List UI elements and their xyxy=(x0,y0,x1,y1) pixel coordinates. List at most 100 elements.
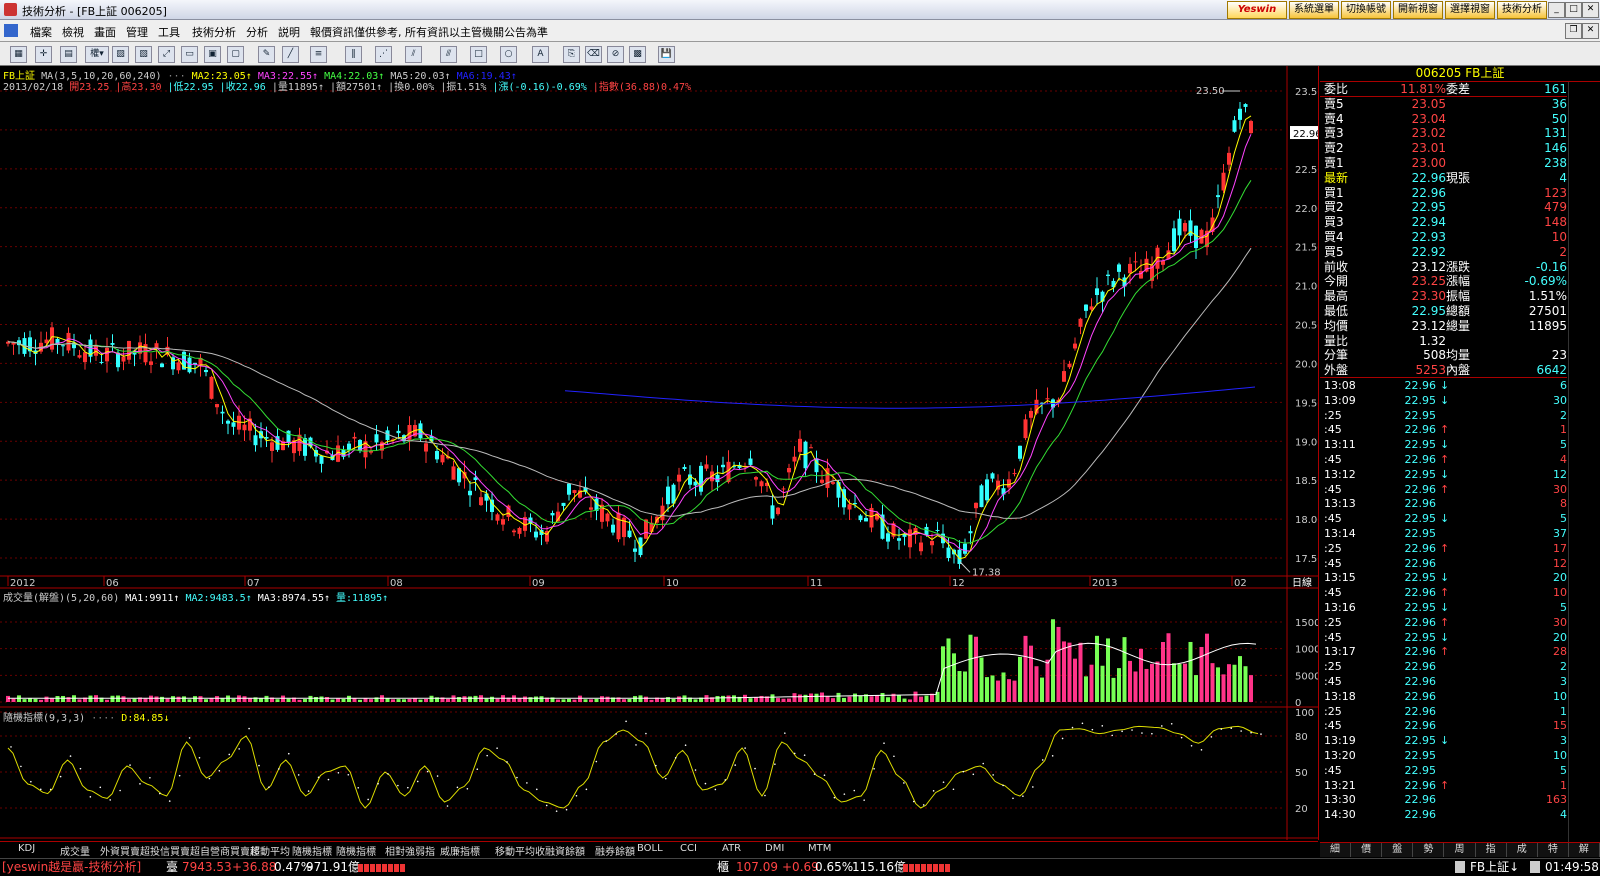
quote-side-button[interactable]: 勢 xyxy=(1413,843,1445,857)
kd-k-dot xyxy=(873,767,875,770)
quote-scrollbar[interactable] xyxy=(1568,82,1600,842)
rectangle-tool-icon[interactable]: □ xyxy=(470,46,487,63)
volume-bar xyxy=(55,696,60,702)
kd-k-dot xyxy=(258,764,260,767)
grid-icon[interactable]: ▤ xyxy=(60,46,77,63)
indicator-tab[interactable]: 移動平均 xyxy=(250,843,290,858)
volume-bar xyxy=(1095,635,1099,702)
crosshair-icon[interactable]: ✛ xyxy=(35,46,52,63)
volume-bar xyxy=(1051,619,1055,702)
date-tick-label: 07 xyxy=(247,578,260,589)
tick-time: :25 xyxy=(1324,615,1342,629)
indicator-tab[interactable]: 成交量 xyxy=(60,843,90,858)
indicator-tab[interactable]: CCI xyxy=(680,843,697,854)
window1-icon[interactable]: ▭ xyxy=(181,46,198,63)
clear-icon[interactable]: ⊘ xyxy=(607,46,624,63)
indicator-tab[interactable]: BOLL xyxy=(637,843,663,854)
menu-help[interactable]: 説明 xyxy=(278,24,300,40)
system-menu-button[interactable]: 系統選單 xyxy=(1289,1,1339,19)
compare-icon[interactable]: ▧ xyxy=(135,46,152,63)
indicator-tab[interactable]: DMI xyxy=(765,843,784,854)
new-window-button[interactable]: 開新視窗 xyxy=(1393,1,1443,19)
tick-arrow: ↓ xyxy=(1440,512,1450,526)
bars-tool-icon[interactable]: ‖ xyxy=(345,46,362,63)
tick-volume: 12 xyxy=(1553,556,1567,570)
draw-icon[interactable]: ✎ xyxy=(258,46,275,63)
fan-tool-icon[interactable]: ⋰ xyxy=(375,46,392,63)
quote-side-button[interactable]: 價 xyxy=(1351,843,1383,857)
menu-technical-analysis[interactable]: 技術分析 xyxy=(192,24,236,40)
window2-icon[interactable]: ▣ xyxy=(204,46,221,63)
channel-tool-icon[interactable]: ⫽ xyxy=(405,46,422,63)
volume-bar xyxy=(583,699,588,702)
indicator-tab[interactable]: 隨機指標 xyxy=(292,843,332,858)
mdi-restore-icon[interactable]: ❐ xyxy=(1565,23,1582,39)
indicator-tab[interactable]: 融資餘額 xyxy=(545,843,585,858)
volume-bar xyxy=(627,698,632,702)
indicator-tab[interactable]: 投信買賣超 xyxy=(150,843,200,858)
menu-file[interactable]: 檔案 xyxy=(30,24,52,40)
save-icon[interactable]: 💾 xyxy=(658,46,675,63)
quote-header: 006205 FB上証 xyxy=(1320,66,1600,82)
switch-account-button[interactable]: 切換帳號 xyxy=(1341,1,1391,19)
bar-info-item: |指數(36.88)0.47% xyxy=(592,82,692,93)
quote-side-button[interactable]: 細 xyxy=(1320,843,1352,857)
indicator-tab[interactable]: 威廉指標 xyxy=(440,843,480,858)
technical-analysis-button[interactable]: 技術分析 xyxy=(1497,1,1547,19)
quote-side-button[interactable]: 周 xyxy=(1444,843,1476,857)
indicator-tab[interactable]: 隨機指標 xyxy=(336,843,376,858)
weight-dropdown-icon[interactable]: 權▾ xyxy=(85,46,109,63)
kd-k-dot xyxy=(883,742,885,744)
volume-bar xyxy=(149,695,153,702)
parallel-tool-icon[interactable]: ⫻ xyxy=(440,46,457,63)
quote-row: 前收 23.12 漲跌 -0.16 xyxy=(1320,260,1567,274)
minimize-icon[interactable]: _ xyxy=(1548,2,1565,18)
indicator-tab[interactable]: 相對強弱指 xyxy=(385,843,435,858)
text-tool-icon[interactable]: A xyxy=(532,46,549,63)
quote-side-button[interactable]: 成 xyxy=(1507,843,1538,857)
zoom-icon[interactable]: ⤢ xyxy=(158,46,175,63)
price-tick-label: 19.50 xyxy=(1295,398,1318,409)
tick-price: 22.96 xyxy=(1404,704,1437,718)
menu-manage[interactable]: 管理 xyxy=(126,24,148,40)
bar-info-item: |高23.30 xyxy=(115,82,168,93)
menu-view[interactable]: 檢視 xyxy=(62,24,84,40)
menu-tools[interactable]: 工具 xyxy=(158,24,180,40)
fib-tool-icon[interactable]: ≡ xyxy=(310,46,327,63)
quote-side-button[interactable]: 解 xyxy=(1569,843,1600,857)
price-tick-label: 21.50 xyxy=(1295,243,1318,254)
copy-icon[interactable]: ⎘ xyxy=(563,46,580,63)
quote-row: 賣5 23.05 36 xyxy=(1320,97,1567,111)
sound-icon[interactable] xyxy=(1530,861,1540,873)
volume-bar xyxy=(341,699,346,702)
quote-label: 買1 xyxy=(1324,185,1344,200)
window3-icon[interactable]: ▢ xyxy=(227,46,244,63)
close-icon[interactable]: ✕ xyxy=(1582,2,1599,18)
ellipse-tool-icon[interactable]: ○ xyxy=(500,46,517,63)
kd-k-dot xyxy=(1022,795,1024,797)
indicator-tab[interactable]: 融券餘額 xyxy=(595,843,635,858)
mdi-close-icon[interactable]: ✕ xyxy=(1582,23,1599,39)
quote-side-button[interactable]: 特 xyxy=(1538,843,1569,857)
menu-screen[interactable]: 畫面 xyxy=(94,24,116,40)
tick-row: :45 22.95 ↓ 20 xyxy=(1320,631,1567,646)
chart-icon[interactable]: ▦ xyxy=(10,46,27,63)
maximize-icon[interactable]: □ xyxy=(1565,2,1582,18)
kd-k-dot xyxy=(922,804,925,806)
quote-side-button[interactable]: 盤 xyxy=(1382,843,1414,857)
eraser-icon[interactable]: ⌫ xyxy=(585,46,602,63)
candle-body xyxy=(253,435,258,446)
select-window-button[interactable]: 選擇視窗 xyxy=(1445,1,1495,19)
indicator-tab[interactable]: MTM xyxy=(808,843,831,854)
indicator-tab[interactable]: 外資買賣超 xyxy=(100,843,150,858)
indicator-tab[interactable]: ATR xyxy=(722,843,741,854)
indicator-tab[interactable]: KDJ xyxy=(18,843,35,854)
color-icon[interactable]: ▩ xyxy=(629,46,646,63)
quote-side-button[interactable]: 指 xyxy=(1476,843,1507,857)
indicator-tab[interactable]: 移動平均收 xyxy=(495,843,545,858)
kd-k-dot xyxy=(684,744,687,746)
line-tool-icon[interactable]: ╱ xyxy=(282,46,299,63)
menu-analysis[interactable]: 分析 xyxy=(246,24,268,40)
chart-area[interactable]: 23.5023.0022.5022.0021.5021.0020.5020.00… xyxy=(0,66,1319,840)
indicator-icon[interactable]: ▨ xyxy=(112,46,129,63)
